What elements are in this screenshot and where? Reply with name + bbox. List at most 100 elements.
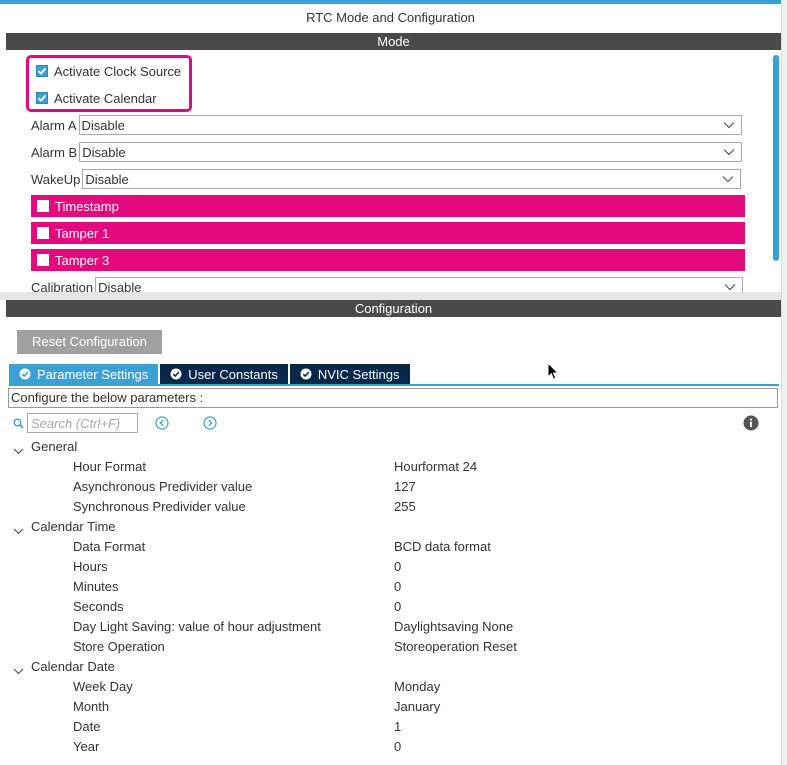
param-value[interactable]: 0 [394, 559, 401, 574]
activate-clock-source-label: Activate Clock Source [54, 63, 182, 79]
group-label: Calendar Time [31, 519, 116, 534]
chevron-down-icon [13, 523, 24, 538]
param-row[interactable]: Date 1 [0, 717, 780, 737]
search-input[interactable] [27, 413, 138, 433]
group-calendar-date[interactable]: Calendar Date [0, 657, 780, 677]
tamper3-checkbox[interactable] [37, 254, 49, 266]
param-value[interactable]: 127 [394, 479, 416, 494]
param-row[interactable]: Synchronous Predivider value 255 [0, 497, 780, 517]
group-label: Calendar Date [31, 659, 115, 674]
param-row[interactable]: Hour Format Hourformat 24 [0, 457, 780, 477]
alarm-b-row: Alarm B Disable [31, 142, 743, 162]
alarm-b-label: Alarm B [31, 144, 78, 160]
calibration-value: Disable [98, 279, 142, 293]
alarm-a-row: Alarm A Disable [31, 115, 742, 135]
search-previous-icon[interactable] [155, 416, 169, 430]
chevron-down-icon [722, 175, 734, 183]
tab-parameter-settings-label: Parameter Settings [37, 366, 149, 382]
param-name: Asynchronous Predivider value [73, 479, 253, 494]
tamper3-row[interactable]: Tamper 3 [31, 249, 745, 271]
activate-clock-source-row[interactable]: Activate Clock Source [36, 62, 181, 80]
timestamp-row[interactable]: Timestamp [31, 195, 745, 217]
tamper1-row[interactable]: Tamper 1 [31, 222, 745, 244]
alarm-a-value: Disable [81, 117, 125, 133]
check-circle-icon [170, 368, 182, 380]
chevron-down-icon [724, 283, 736, 291]
param-value[interactable]: BCD data format [394, 539, 491, 554]
wakeup-label: WakeUp [31, 171, 81, 187]
param-name: Synchronous Predivider value [73, 499, 246, 514]
wakeup-select[interactable]: Disable [82, 169, 742, 189]
window-title: RTC Mode and Configuration [0, 4, 781, 32]
mode-scrollbar[interactable] [773, 55, 779, 261]
param-name: Seconds [73, 599, 124, 614]
timestamp-label: Timestamp [55, 198, 119, 214]
param-row[interactable]: Store Operation Storeoperation Reset [0, 637, 780, 657]
tab-user-constants[interactable]: User Constants [160, 364, 288, 384]
search-icon [13, 417, 24, 432]
param-value[interactable]: 0 [394, 599, 401, 614]
activate-calendar-checkbox[interactable] [36, 92, 48, 104]
param-row[interactable]: Data Format BCD data format [0, 537, 780, 557]
activate-calendar-label: Activate Calendar [54, 90, 157, 106]
param-value[interactable]: 255 [394, 499, 416, 514]
tab-nvic-settings[interactable]: NVIC Settings [289, 364, 410, 384]
param-value[interactable]: Storeoperation Reset [394, 639, 517, 654]
group-label: General [31, 439, 78, 454]
activate-calendar-row[interactable]: Activate Calendar [36, 89, 157, 107]
group-calendar-time[interactable]: Calendar Time [0, 517, 780, 537]
calibration-select[interactable]: Disable [95, 277, 744, 293]
wakeup-value: Disable [85, 171, 129, 187]
param-row[interactable]: Hours 0 [0, 557, 780, 577]
alarm-a-select[interactable]: Disable [78, 115, 742, 135]
tab-underline [9, 384, 779, 386]
param-row[interactable]: Day Light Saving: value of hour adjustme… [0, 617, 780, 637]
tab-nvic-settings-label: NVIC Settings [317, 366, 400, 382]
param-name: Store Operation [73, 639, 165, 654]
tamper1-label: Tamper 1 [55, 225, 110, 241]
param-row[interactable]: Asynchronous Predivider value 127 [0, 477, 780, 497]
info-icon[interactable] [743, 415, 759, 431]
calibration-label: Calibration [31, 279, 94, 293]
timestamp-checkbox[interactable] [37, 200, 49, 212]
check-circle-icon [300, 368, 312, 380]
param-row[interactable]: Month January [0, 697, 780, 717]
param-name: Month [73, 699, 110, 714]
param-value[interactable]: Daylightsaving None [394, 619, 513, 634]
group-general[interactable]: General [0, 437, 780, 457]
param-value[interactable]: Hourformat 24 [394, 459, 477, 474]
param-row[interactable]: Week Day Monday [0, 677, 780, 697]
tamper1-checkbox[interactable] [37, 227, 49, 239]
search-next-icon[interactable] [203, 416, 217, 430]
param-value[interactable]: January [394, 699, 440, 714]
param-value[interactable]: 1 [394, 719, 401, 734]
param-value[interactable]: Monday [394, 679, 440, 694]
tamper3-label: Tamper 3 [55, 252, 110, 268]
param-row[interactable]: Minutes 0 [0, 577, 780, 597]
mode-panel: Activate Clock Source Activate Calendar … [6, 50, 781, 292]
alarm-a-label: Alarm A [31, 117, 77, 133]
mouse-pointer-icon [547, 361, 560, 384]
param-row[interactable]: Year 0 [0, 737, 780, 757]
tab-parameter-settings[interactable]: Parameter Settings [9, 364, 159, 384]
param-value[interactable]: 0 [394, 579, 401, 594]
chevron-down-icon [723, 148, 735, 156]
alarm-b-select[interactable]: Disable [79, 142, 743, 162]
parameters-caption: Configure the below parameters : [8, 388, 778, 408]
config-tabs: Parameter Settings User Constants NVIC S… [9, 364, 410, 384]
activate-clock-source-checkbox[interactable] [36, 65, 48, 77]
chevron-down-icon [13, 663, 24, 678]
reset-configuration-button[interactable]: Reset Configuration [17, 330, 162, 354]
param-value[interactable]: 0 [394, 739, 401, 754]
param-name: Day Light Saving: value of hour adjustme… [73, 619, 321, 634]
param-name: Hour Format [73, 459, 146, 474]
param-name: Hours [73, 559, 108, 574]
window-right-edge [781, 0, 787, 765]
param-row[interactable]: Seconds 0 [0, 597, 780, 617]
param-name: Date [73, 719, 101, 734]
chevron-down-icon [723, 121, 735, 129]
chevron-down-icon [13, 443, 24, 458]
panel-splitter[interactable] [0, 292, 781, 300]
mode-section-header: Mode [6, 33, 781, 50]
param-name: Week Day [73, 679, 133, 694]
